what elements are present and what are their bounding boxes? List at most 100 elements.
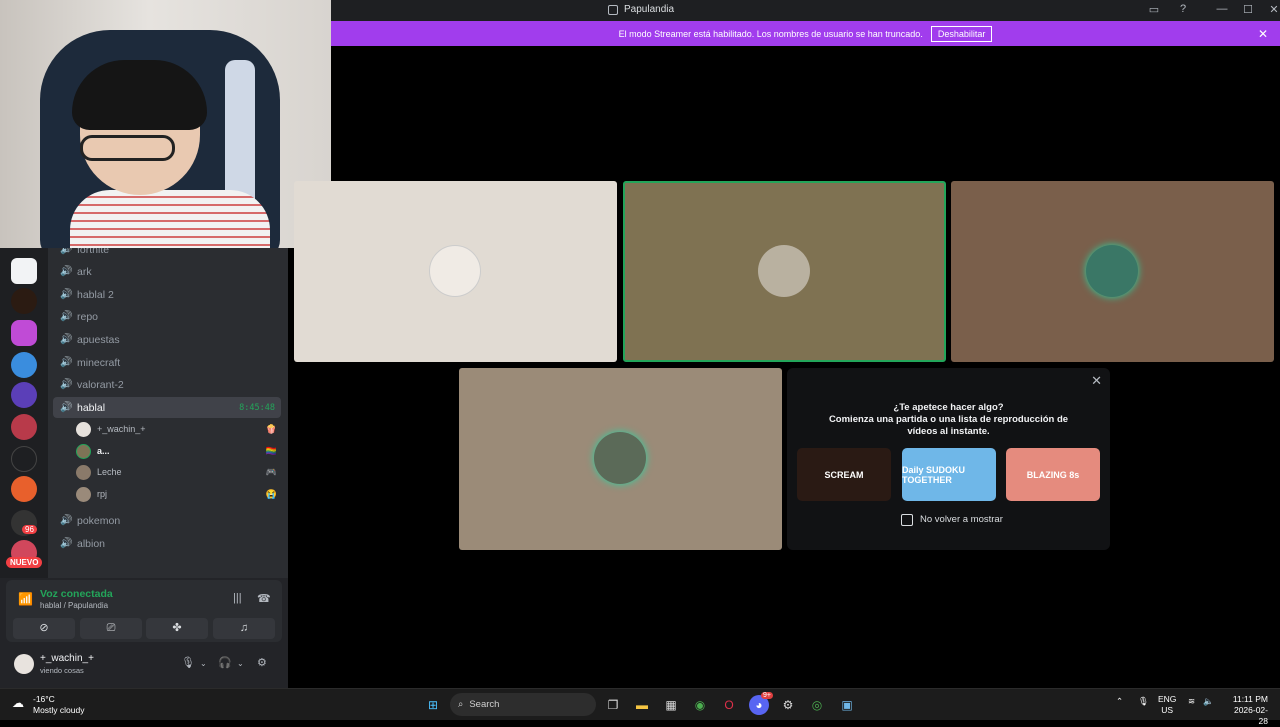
glasses (80, 135, 175, 161)
speaker-icon: 🔊 (60, 402, 73, 413)
maximize-button[interactable]: ☐ (1235, 3, 1261, 16)
member-emoji: 😭 (265, 488, 277, 499)
voice-member[interactable]: a... 🏳️‍🌈 (76, 441, 281, 461)
server-icon-7[interactable] (11, 446, 37, 472)
microphone-icon[interactable]: 🎙 (181, 656, 195, 669)
chevron-down-icon[interactable]: ⌄ (200, 659, 207, 668)
search-icon: ⌕ (458, 699, 464, 710)
channel-label: hablal 2 (77, 288, 114, 301)
channel-albion[interactable]: 🔊 albion (53, 533, 281, 554)
server-icon-6[interactable] (11, 414, 37, 440)
avatar (76, 464, 91, 480)
video-tile-4[interactable] (459, 368, 782, 550)
avatar (76, 486, 91, 502)
language-indicator[interactable]: ENG US (1158, 694, 1176, 716)
file-explorer-icon[interactable]: ▬ (632, 695, 652, 715)
lang-code: ENG (1158, 694, 1177, 704)
channel-hablal[interactable]: 🔊 hablal 8:45:48 (53, 397, 281, 418)
close-icon[interactable]: ✕ (1091, 373, 1102, 389)
minimize-button[interactable]: — (1209, 3, 1235, 16)
avatar (76, 421, 91, 437)
webcam-overlay (0, 0, 331, 248)
member-name: rpj (97, 489, 108, 499)
time: 11:11 PM (1232, 694, 1268, 704)
help-icon[interactable]: ? (1176, 3, 1190, 17)
banner-text: El modo Streamer está habilitado. Los no… (618, 28, 923, 39)
windows-start-icon[interactable]: ⊞ (423, 695, 443, 715)
avatar[interactable] (14, 654, 34, 674)
voice-panel: 📶 Voz conectada hablal / Papulandia ||| … (0, 578, 288, 688)
channel-pokemon[interactable]: 🔊 pokemon (53, 510, 281, 531)
voice-member[interactable]: Leche 🎮 (76, 462, 281, 482)
channel-label: albion (77, 537, 106, 550)
video-tile-3[interactable] (951, 181, 1274, 362)
noise-suppression-icon[interactable]: ||| (233, 592, 242, 604)
voice-connection-card: 📶 Voz conectada hablal / Papulandia ||| … (6, 580, 282, 642)
steam-icon[interactable]: ⚙ (778, 695, 798, 715)
taskbar-search[interactable]: ⌕ Search (450, 693, 596, 716)
store-icon[interactable]: ▦ (661, 695, 681, 715)
dont-show-checkbox[interactable] (901, 514, 913, 526)
activity-description: Comienza una partida o una lista de repr… (828, 414, 1069, 437)
region-code: US (1161, 705, 1174, 715)
avatar (758, 245, 810, 297)
chrome-icon[interactable]: ◉ (690, 695, 710, 715)
disable-streamer-button[interactable]: Deshabilitar (930, 25, 993, 42)
channel-valorant-2[interactable]: 🔊 valorant-2 (53, 374, 281, 395)
dont-show-label[interactable]: No volver a mostrar (920, 514, 1003, 525)
chevron-down-icon[interactable]: ⌄ (237, 659, 244, 668)
new-badge: NUEVO (6, 557, 43, 568)
server-icon-8[interactable] (11, 476, 37, 502)
opera-icon[interactable]: O (719, 695, 739, 715)
game-sudoku[interactable]: Daily SUDOKU TOGETHER (902, 448, 996, 501)
weather-widget[interactable]: ☁ -16°C Mostly cloudy (12, 694, 85, 716)
video-tile-1[interactable] (294, 181, 617, 362)
soundboard-button[interactable]: ♫ (213, 618, 275, 639)
server-icon-2[interactable] (11, 288, 37, 314)
voice-member[interactable]: +_wachin_+ 🍿 (76, 419, 281, 439)
speaker-icon: 🔊 (60, 515, 73, 526)
close-icon[interactable]: ✕ (1258, 27, 1268, 41)
server-icon-3[interactable] (11, 320, 37, 346)
chevron-up-icon[interactable]: ⌃ (1116, 696, 1123, 707)
server-icon-4[interactable] (11, 352, 37, 378)
channel-hablal-2[interactable]: 🔊 hablal 2 (53, 284, 281, 305)
signal-icon[interactable]: 📶 (18, 592, 33, 606)
volume-icon[interactable]: 🔈 (1203, 696, 1214, 707)
channel-repo[interactable]: 🔊 repo (53, 306, 281, 327)
user-status: viendo cosas (40, 666, 84, 675)
channel-apuestas[interactable]: 🔊 apuestas (53, 329, 281, 350)
shirt (70, 190, 270, 248)
server-icon-1[interactable] (11, 258, 37, 284)
game-scream[interactable]: SCREAM (797, 448, 891, 501)
voice-member[interactable]: rpj 😭 (76, 484, 281, 504)
speaker-icon: 🔊 (60, 357, 73, 368)
hair (72, 60, 207, 130)
microphone-tray-icon[interactable]: 🎙 (1138, 696, 1149, 707)
voice-status[interactable]: Voz conectada (40, 588, 113, 600)
wifi-icon[interactable]: ≋ (1188, 696, 1195, 707)
screen-share-button[interactable]: ⎚ (80, 618, 142, 639)
inbox-icon[interactable]: ▭ (1147, 3, 1161, 17)
activities-button[interactable]: ✤ (146, 618, 208, 639)
channel-ark[interactable]: 🔊 ark (53, 261, 281, 282)
headphones-icon[interactable]: 🎧 (218, 656, 232, 669)
member-name: +_wachin_+ (97, 424, 146, 434)
server-icon-5[interactable] (11, 382, 37, 408)
camera-off-button[interactable]: ⊘ (13, 618, 75, 639)
disconnect-icon[interactable]: ☎ (257, 592, 271, 605)
activity-suggestion-card: ✕ ¿Te apetece hacer algo? Comienza una p… (787, 368, 1110, 550)
clock[interactable]: 11:11 PM 2026-02-28 (1226, 694, 1268, 727)
gear-icon[interactable]: ⚙ (257, 656, 267, 669)
task-view-icon[interactable]: ❐ (603, 695, 623, 715)
taskbar: ☁ -16°C Mostly cloudy ⊞ ⌕ Search ❐ ▬ ▦ ◉… (0, 688, 1280, 726)
channel-minecraft[interactable]: 🔊 minecraft (53, 352, 281, 373)
game-blazing-8s[interactable]: BLAZING 8s (1006, 448, 1100, 501)
photos-icon[interactable]: ▣ (837, 695, 857, 715)
chrome-alt-icon[interactable]: ◎ (807, 695, 827, 715)
video-tile-2[interactable] (623, 181, 946, 362)
voice-location[interactable]: hablal / Papulandia (40, 601, 108, 610)
streamer-mode-banner: El modo Streamer está habilitado. Los no… (331, 21, 1280, 46)
username[interactable]: +_wachin_+ (40, 653, 94, 664)
close-window-button[interactable]: ✕ (1261, 3, 1280, 16)
